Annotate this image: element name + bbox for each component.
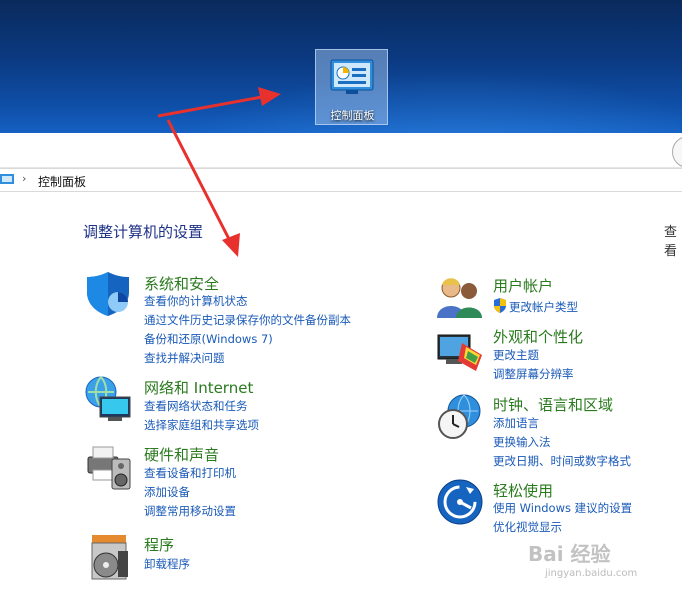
category-title-user-accounts[interactable]: 用户帐户 xyxy=(493,275,553,296)
link-troubleshoot[interactable]: 查找并解决问题 xyxy=(144,350,225,366)
uac-shield-icon xyxy=(494,298,506,313)
link-add-language[interactable]: 添加语言 xyxy=(493,415,539,431)
printer-speaker-icon xyxy=(87,446,131,490)
link-backup-restore[interactable]: 备份和还原(Windows 7) xyxy=(144,331,273,347)
link-mobility-settings[interactable]: 调整常用移动设置 xyxy=(144,503,236,519)
link-network-status[interactable]: 查看网络状态和任务 xyxy=(144,398,248,414)
arrow-head-system-security xyxy=(222,233,240,257)
breadcrumb[interactable]: 控制面板 xyxy=(38,173,86,190)
desktop-background: 控制面板 xyxy=(0,0,682,133)
network-globe-icon xyxy=(85,376,131,421)
monitor-palette-icon xyxy=(437,334,482,371)
view-by-label[interactable]: 查看 xyxy=(664,221,682,259)
window-toolbar-area xyxy=(0,133,682,168)
link-add-device[interactable]: 添加设备 xyxy=(144,484,190,500)
page-title: 调整计算机的设置 xyxy=(83,223,204,241)
address-bar[interactable]: › 控制面板 xyxy=(0,168,682,192)
category-title-network-internet[interactable]: 网络和 Internet xyxy=(144,377,253,398)
link-optimize-visual[interactable]: 优化视觉显示 xyxy=(493,519,562,535)
link-change-input-method[interactable]: 更换输入法 xyxy=(493,434,551,450)
category-title-programs[interactable]: 程序 xyxy=(144,534,174,555)
link-recommended-settings[interactable]: 使用 Windows 建议的设置 xyxy=(493,500,632,516)
link-date-time-format[interactable]: 更改日期、时间或数字格式 xyxy=(493,453,631,469)
category-title-clock-region[interactable]: 时钟、语言和区域 xyxy=(493,394,613,415)
programs-disc-icon xyxy=(91,535,128,580)
category-title-hardware-sound[interactable]: 硬件和声音 xyxy=(144,444,219,465)
link-change-account-type[interactable]: 更改帐户类型 xyxy=(509,299,578,315)
baidu-watermark: Bai 经验 xyxy=(528,542,611,566)
control-panel-mini-icon xyxy=(0,174,14,184)
link-file-history[interactable]: 通过文件历史记录保存你的文件备份副本 xyxy=(144,312,351,328)
link-change-theme[interactable]: 更改主题 xyxy=(493,347,539,363)
users-icon xyxy=(437,278,482,318)
ease-of-access-icon xyxy=(437,479,483,525)
link-uninstall-program[interactable]: 卸载程序 xyxy=(144,556,190,572)
link-devices-printers[interactable]: 查看设备和打印机 xyxy=(144,465,236,481)
clock-globe-icon xyxy=(438,394,481,439)
shield-icon xyxy=(87,272,129,316)
category-title-system-security[interactable]: 系统和安全 xyxy=(144,273,219,294)
link-screen-resolution[interactable]: 调整屏幕分辨率 xyxy=(493,366,574,382)
link-homegroup[interactable]: 选择家庭组和共享选项 xyxy=(144,417,259,433)
control-panel-desktop-label: 控制面板 xyxy=(330,109,375,122)
desktop-glow xyxy=(120,60,680,133)
link-view-computer-status[interactable]: 查看你的计算机状态 xyxy=(144,293,248,309)
category-title-appearance[interactable]: 外观和个性化 xyxy=(493,326,583,347)
category-title-ease-of-access[interactable]: 轻松使用 xyxy=(493,480,553,501)
breadcrumb-separator-icon[interactable]: › xyxy=(22,172,26,185)
control-panel-desktop-icon[interactable]: 控制面板 xyxy=(315,49,388,125)
baidu-watermark-url: jingyan.baidu.com xyxy=(545,568,638,579)
control-panel-icon xyxy=(330,59,374,94)
